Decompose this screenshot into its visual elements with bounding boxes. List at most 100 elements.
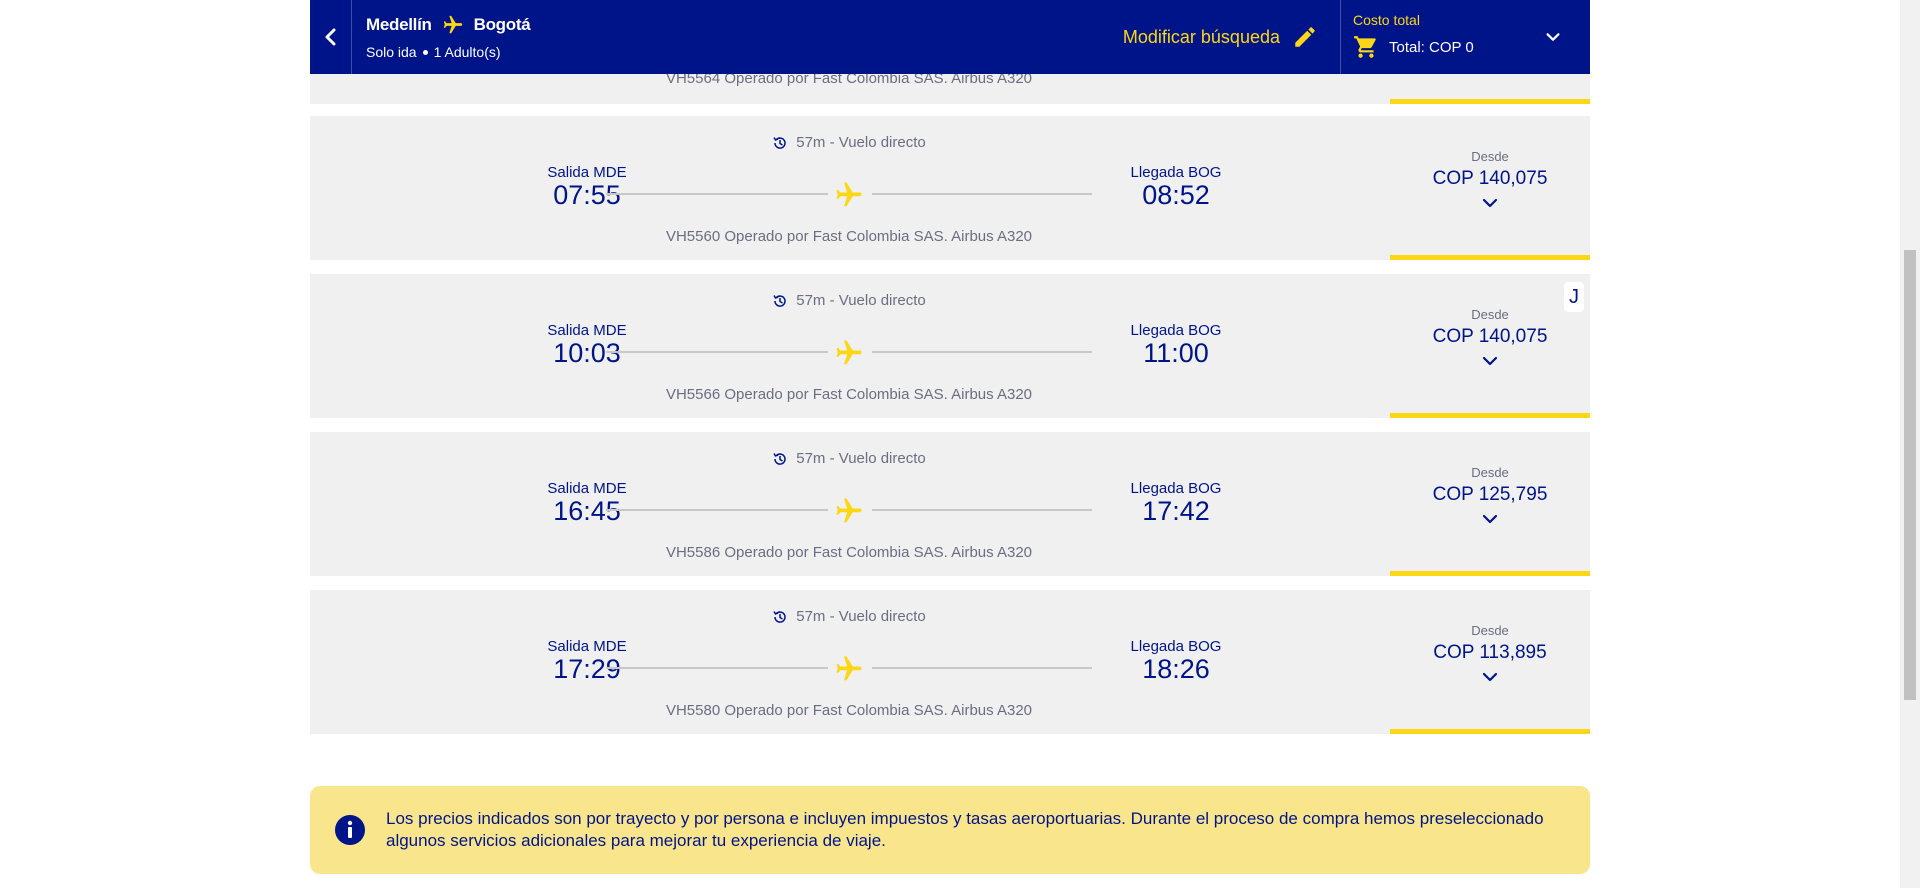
- flight-card[interactable]: 57m - Vuelo directo Salida MDE 10:03 Lle…: [310, 274, 1590, 418]
- chevron-down-icon[interactable]: [1481, 354, 1499, 368]
- arrival-info: Llegada BOG 18:26: [1101, 638, 1251, 683]
- modify-search-button[interactable]: Modificar búsqueda: [1123, 0, 1340, 74]
- price-from-label: Desde: [1471, 149, 1509, 164]
- flight-duration: 57m - Vuelo directo: [310, 292, 1388, 309]
- price-info-text: Los precios indicados son por trayecto y…: [386, 809, 1544, 850]
- clock-history-icon: [773, 294, 786, 307]
- flight-duration: 57m - Vuelo directo: [310, 608, 1388, 625]
- duration-text: 57m - Vuelo directo: [796, 292, 926, 309]
- departure-info: Salida MDE 10:03: [512, 322, 662, 367]
- flight-card[interactable]: 57m - Vuelo directo Salida MDE 16:45 Lle…: [310, 432, 1590, 576]
- arrival-time: 17:42: [1142, 496, 1210, 526]
- departure-info: Salida MDE 17:29: [512, 638, 662, 683]
- duration-text: 57m - Vuelo directo: [796, 134, 926, 151]
- total-cost-dropdown[interactable]: Costo total Total: COP 0: [1340, 0, 1590, 74]
- scrollbar-thumb[interactable]: [1904, 250, 1916, 700]
- departure-station: Salida MDE: [547, 480, 627, 497]
- cart-icon: [1354, 36, 1376, 58]
- trip-type: Solo ida: [366, 44, 417, 60]
- departure-info: Salida MDE 07:55: [512, 164, 662, 209]
- search-summary-header: Medellín Bogotá Solo ida 1 Adulto(s) Mod…: [310, 0, 1590, 74]
- departure-station: Salida MDE: [547, 322, 627, 339]
- route-line-left: [606, 509, 828, 511]
- page-scrollbar[interactable]: [1900, 0, 1920, 888]
- operated-by-text: VH5560 Operado por Fast Colombia SAS. Ai…: [665, 228, 1033, 245]
- flight-duration: 57m - Vuelo directo: [310, 134, 1388, 151]
- price-value: COP 140,075: [1432, 326, 1548, 347]
- clock-history-icon: [773, 610, 786, 623]
- arrival-station: Llegada BOG: [1130, 638, 1222, 655]
- price-info-banner: Los precios indicados son por trayecto y…: [310, 786, 1590, 874]
- flight-card[interactable]: 57m - Vuelo directo Salida MDE 07:55 Lle…: [310, 116, 1590, 260]
- route-line: Medellín Bogotá: [366, 14, 1109, 36]
- back-button[interactable]: [310, 0, 352, 74]
- price-from-label: Desde: [1471, 465, 1509, 480]
- flight-card-main: 57m - Vuelo directo Salida MDE 10:03 Lle…: [310, 274, 1388, 418]
- info-icon: [335, 815, 365, 845]
- route-line-right: [872, 509, 1092, 511]
- passenger-count: 1 Adulto(s): [433, 44, 501, 60]
- departure-station: Salida MDE: [547, 164, 627, 181]
- route-line-right: [872, 193, 1092, 195]
- modify-search-label: Modificar búsqueda: [1122, 26, 1280, 47]
- arrival-info: Llegada BOG 11:00: [1101, 322, 1251, 367]
- flight-card[interactable]: 57m - Vuelo directo Salida MDE 17:29 Lle…: [310, 590, 1590, 734]
- arrival-station: Llegada BOG: [1130, 322, 1222, 339]
- arrival-time: 11:00: [1143, 338, 1209, 368]
- back-icon: [325, 28, 335, 46]
- viewport: VH5564 Operado por Fast Colombia SAS. Ai…: [0, 0, 1920, 888]
- pencil-icon: [1295, 27, 1315, 47]
- departure-info: Salida MDE 16:45: [512, 480, 662, 525]
- plane-icon: [443, 15, 462, 34]
- operated-by-text: VH5580 Operado por Fast Colombia SAS. Ai…: [665, 702, 1033, 719]
- plane-icon: [836, 656, 862, 681]
- chevron-down-icon[interactable]: [1481, 670, 1499, 684]
- price-value: COP 140,075: [1432, 168, 1548, 189]
- departure-time: 07:55: [553, 180, 621, 210]
- plane-icon: [836, 498, 862, 523]
- price-from-label: Desde: [1471, 307, 1509, 322]
- duration-text: 57m - Vuelo directo: [796, 450, 926, 467]
- departure-time: 16:45: [553, 496, 621, 526]
- arrival-time: 08:52: [1142, 180, 1210, 210]
- price-value: COP 125,795: [1432, 484, 1548, 505]
- route-info: Medellín Bogotá Solo ida 1 Adulto(s): [352, 0, 1123, 74]
- departure-time: 17:29: [553, 654, 621, 684]
- departure-station: Salida MDE: [547, 638, 627, 655]
- price-from-label: Desde: [1471, 623, 1509, 638]
- price-box[interactable]: Desde COP 113,895: [1390, 590, 1590, 734]
- route-line-left: [606, 667, 828, 669]
- separator-dot: [422, 49, 428, 55]
- plane-icon: [836, 340, 862, 365]
- operated-by-text: VH5566 Operado por Fast Colombia SAS. Ai…: [665, 386, 1033, 403]
- route-line-right: [872, 667, 1092, 669]
- price-box[interactable]: Desde COP 140,075: [1390, 116, 1590, 260]
- total-cost-value: Total: COP 0: [1389, 38, 1474, 56]
- origin-city: Medellín: [366, 15, 432, 34]
- duration-text: 57m - Vuelo directo: [796, 608, 926, 625]
- price-value: COP 113,895: [1433, 642, 1547, 663]
- flight-card-main: 57m - Vuelo directo Salida MDE 17:29 Lle…: [310, 590, 1388, 734]
- arrival-station: Llegada BOG: [1130, 164, 1222, 181]
- clock-history-icon: [773, 136, 786, 149]
- chevron-down-icon: [1546, 33, 1560, 41]
- total-cost-label: Costo total: [1353, 12, 1420, 28]
- arrival-info: Llegada BOG 17:42: [1101, 480, 1251, 525]
- flight-card-main: 57m - Vuelo directo Salida MDE 16:45 Lle…: [310, 432, 1388, 576]
- route-line-left: [606, 193, 828, 195]
- fare-badge: J: [1564, 282, 1584, 312]
- operated-by-text: VH5586 Operado por Fast Colombia SAS. Ai…: [665, 544, 1033, 561]
- destination-city: Bogotá: [473, 15, 531, 34]
- route-line-left: [606, 351, 828, 353]
- departure-time: 10:03: [553, 338, 621, 368]
- trip-details: Solo ida 1 Adulto(s): [366, 44, 1109, 60]
- price-box[interactable]: Desde COP 125,795: [1390, 432, 1590, 576]
- arrival-time: 18:26: [1142, 654, 1210, 684]
- chevron-down-icon[interactable]: [1481, 512, 1499, 526]
- price-box[interactable]: J Desde COP 140,075: [1390, 274, 1590, 418]
- arrival-station: Llegada BOG: [1130, 480, 1222, 497]
- chevron-down-icon[interactable]: [1481, 196, 1499, 210]
- route-line-right: [872, 351, 1092, 353]
- plane-icon: [836, 182, 862, 207]
- flight-card-main: 57m - Vuelo directo Salida MDE 07:55 Lle…: [310, 116, 1388, 260]
